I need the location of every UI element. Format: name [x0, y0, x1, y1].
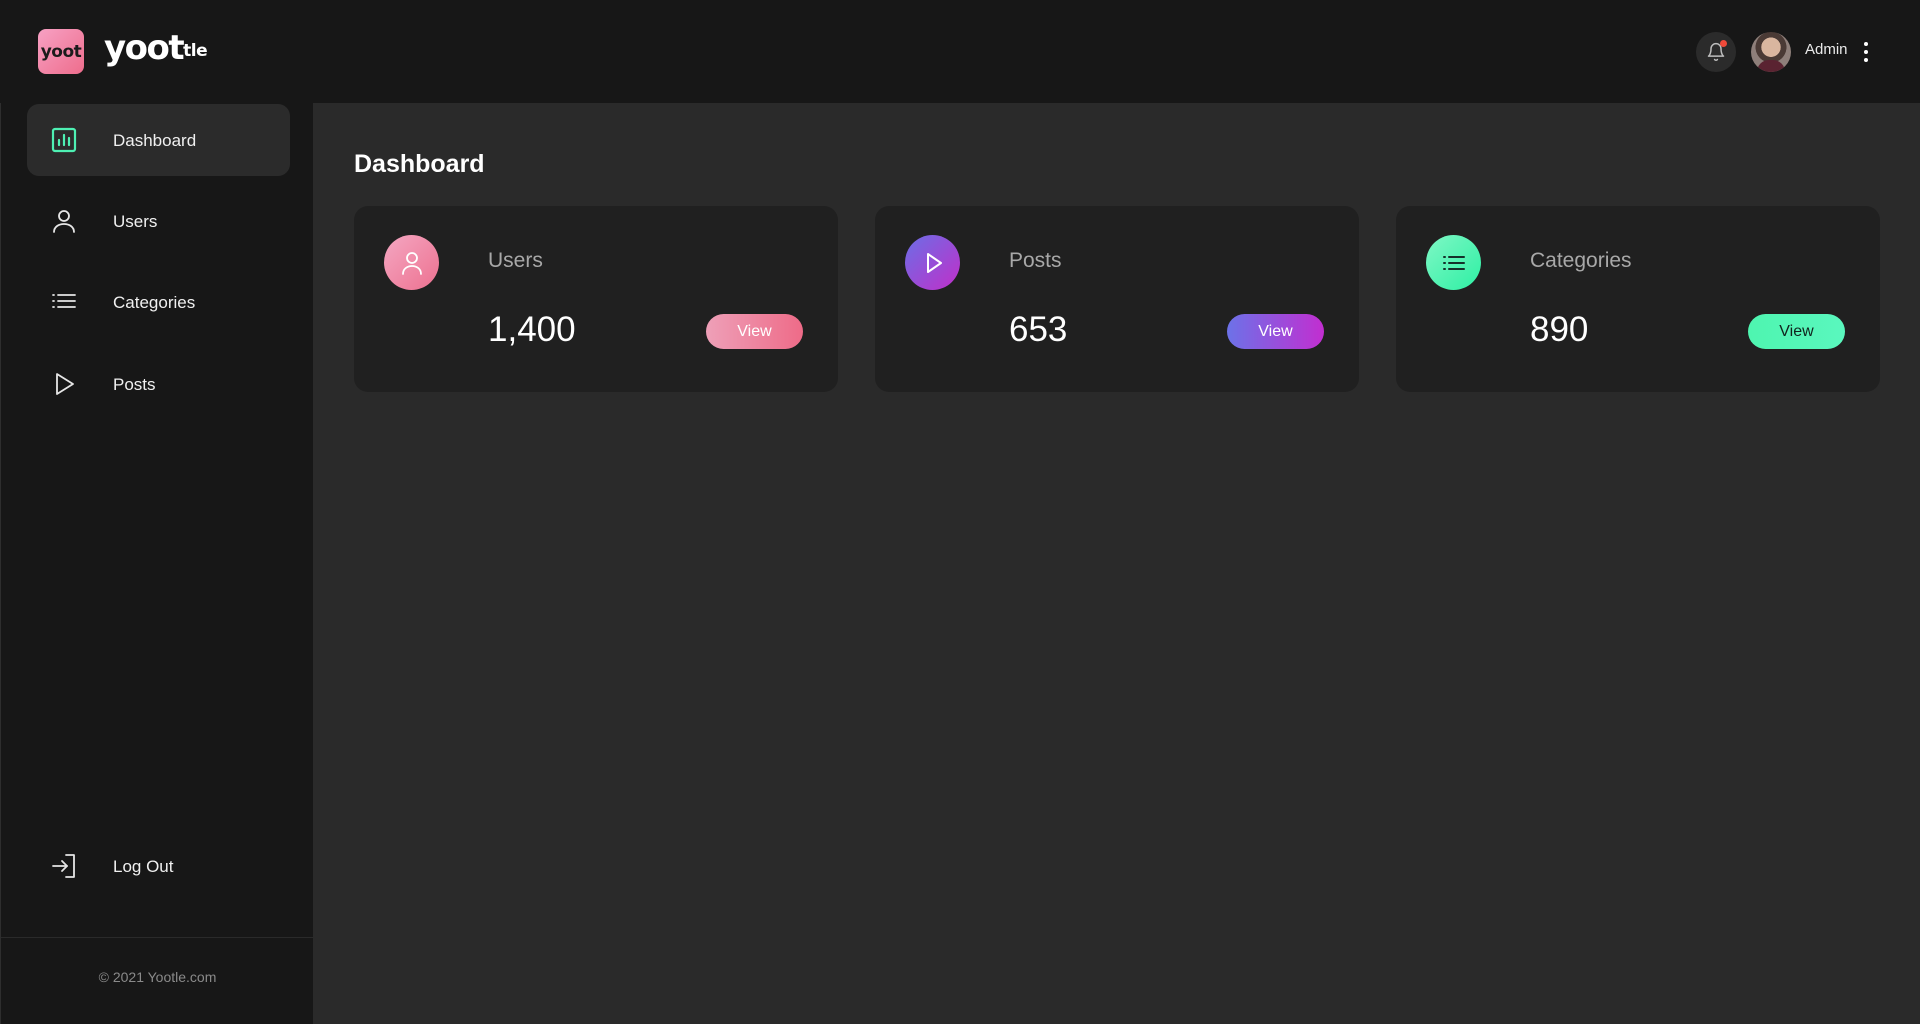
sidebar: Dashboard Users Categories Posts Log Out…	[0, 103, 314, 1024]
stat-card-posts: Posts 653 View	[875, 206, 1359, 392]
card-title: Users	[488, 249, 543, 272]
notifications-button[interactable]	[1696, 32, 1736, 72]
card-title: Posts	[1009, 249, 1062, 272]
page-title: Dashboard	[354, 150, 485, 178]
bar-chart-icon	[51, 127, 77, 153]
top-bar: yoot yoot tle Admin	[0, 0, 1920, 103]
sidebar-item-categories[interactable]: Categories	[27, 266, 290, 338]
notification-dot	[1720, 40, 1727, 47]
copyright-text: © 2021 Yootle.com	[98, 969, 217, 985]
stat-card-categories: Categories 890 View	[1396, 206, 1880, 392]
user-name[interactable]: Admin	[1805, 41, 1848, 58]
sidebar-item-label: Posts	[113, 375, 156, 394]
sidebar-item-label: Categories	[113, 293, 196, 312]
sidebar-item-dashboard[interactable]: Dashboard	[27, 104, 290, 176]
play-icon	[905, 235, 960, 290]
user-icon	[51, 208, 77, 234]
list-icon	[51, 289, 77, 315]
list-icon	[1426, 235, 1481, 290]
wordmark-suffix: tle	[183, 41, 208, 61]
logout-label: Log Out	[113, 857, 174, 876]
view-categories-button[interactable]: View	[1748, 314, 1845, 349]
sidebar-divider	[1, 937, 314, 938]
card-value: 890	[1530, 310, 1589, 349]
sidebar-item-users[interactable]: Users	[27, 185, 290, 257]
stat-card-users: Users 1,400 View	[354, 206, 838, 392]
sidebar-item-label: Users	[113, 212, 158, 231]
play-icon	[51, 371, 77, 397]
user-icon	[384, 235, 439, 290]
wordmark-main: yoot	[104, 28, 185, 68]
logout-icon	[51, 853, 77, 879]
card-value: 1,400	[488, 310, 576, 349]
view-posts-button[interactable]: View	[1227, 314, 1324, 349]
sidebar-item-label: Dashboard	[113, 131, 197, 150]
logo-wordmark[interactable]: yoot tle	[104, 28, 208, 68]
logo-badge-text: yoot	[40, 41, 82, 62]
avatar[interactable]	[1751, 32, 1791, 72]
view-users-button[interactable]: View	[706, 314, 803, 349]
card-title: Categories	[1530, 249, 1632, 272]
card-value: 653	[1009, 310, 1068, 349]
logo-badge[interactable]: yoot	[38, 29, 84, 74]
sidebar-item-posts[interactable]: Posts	[27, 348, 290, 420]
logout-button[interactable]: Log Out	[27, 830, 290, 902]
more-options-icon[interactable]	[1861, 42, 1871, 62]
